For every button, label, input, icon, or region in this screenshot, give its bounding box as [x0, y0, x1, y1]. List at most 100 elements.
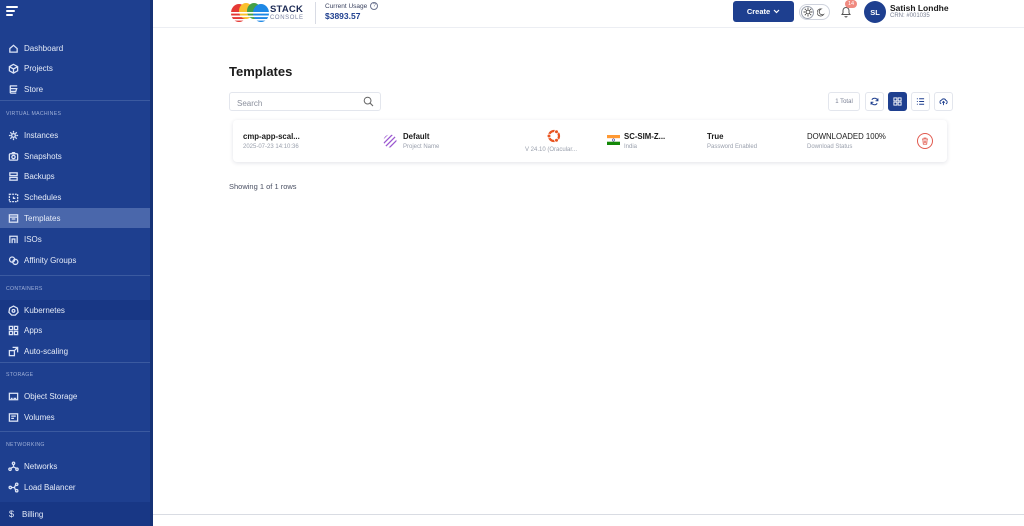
user-name[interactable]: Satish Londhe — [890, 3, 949, 13]
instances-icon — [7, 129, 19, 141]
sidebar-item-store[interactable]: Store — [0, 79, 150, 99]
template-card[interactable]: cmp-app-scal... 2025-07-23 14:10:36 Defa… — [233, 120, 947, 162]
sidebar-item-label: Templates — [24, 213, 61, 223]
kubernetes-icon — [7, 304, 19, 316]
sidebar-item-instances[interactable]: Instances — [0, 125, 150, 145]
sidebar-item-label: Kubernetes — [24, 305, 65, 315]
footer-divider — [153, 514, 1024, 515]
backup-icon — [7, 170, 19, 182]
project-name-label: Project Name — [403, 144, 440, 150]
sidebar-item-affinity-groups[interactable]: Affinity Groups — [0, 250, 150, 270]
section-title-storage: STORAGE — [6, 372, 34, 378]
cube-icon — [7, 62, 19, 74]
sidebar-item-label: Billing — [22, 509, 44, 519]
sidebar-item-load-balancer[interactable]: Load Balancer — [0, 477, 150, 497]
grid-view-button[interactable] — [888, 92, 907, 111]
sidebar-item-label: Store — [24, 84, 44, 94]
menu-toggle-icon[interactable] — [6, 6, 18, 16]
project-icon — [383, 134, 397, 148]
sidebar-item-backups[interactable]: Backups — [0, 166, 150, 186]
cloud-upload-icon — [939, 98, 948, 106]
sidebar-item-label: Schedules — [24, 192, 62, 202]
store-icon — [7, 83, 19, 95]
upload-button[interactable] — [934, 92, 953, 111]
brand-line-1: STACK — [270, 4, 304, 15]
sidebar-item-label: Snapshots — [24, 151, 62, 161]
sidebar-item-label: Affinity Groups — [24, 255, 77, 265]
page-title: Templates — [229, 64, 293, 79]
schedule-icon — [7, 191, 19, 203]
sidebar-item-isos[interactable]: ISOs — [0, 229, 150, 249]
top-header: STACK CONSOLE Current Usage ? $3893.57 C… — [153, 0, 1024, 28]
sidebar-item-snapshots[interactable]: Snapshots — [0, 146, 150, 166]
sidebar-item-label: Object Storage — [24, 391, 78, 401]
template-name[interactable]: cmp-app-scal... — [243, 132, 300, 141]
sidebar: Dashboard Projects Store VIRTUAL MACHINE… — [0, 0, 150, 526]
autoscaling-icon — [7, 345, 19, 357]
sidebar-item-label: Backups — [24, 171, 55, 181]
notification-badge: 14 — [845, 0, 857, 8]
user-crn: CRN: #001035 — [890, 13, 930, 19]
download-status-value: DOWNLOADED 100% — [807, 132, 886, 141]
current-usage-value: $3893.57 — [325, 11, 361, 21]
sidebar-item-object-storage[interactable]: Object Storage — [0, 386, 150, 406]
sidebar-item-schedules[interactable]: Schedules — [0, 187, 150, 207]
project-cell: Default Project Name — [403, 132, 439, 150]
os-version: V 24.10 (Oracular... — [525, 147, 578, 153]
sidebar-item-dashboard[interactable]: Dashboard — [0, 38, 150, 58]
search-icon[interactable] — [363, 96, 374, 107]
sidebar-item-label: Networks — [24, 461, 58, 471]
search-input[interactable] — [230, 95, 355, 112]
affinity-icon — [7, 254, 19, 266]
moon-icon — [817, 8, 825, 16]
refresh-icon — [870, 97, 879, 106]
brand-line-2: CONSOLE — [270, 15, 304, 21]
sidebar-item-templates[interactable]: Templates — [0, 208, 150, 228]
sidebar-item-volumes[interactable]: Volumes — [0, 407, 150, 427]
sidebar-item-label: Volumes — [24, 412, 55, 422]
sidebar-item-label: Projects — [24, 63, 53, 73]
os-cell: V 24.10 (Oracular... — [525, 147, 577, 153]
volume-icon — [7, 411, 19, 423]
list-view-button[interactable] — [911, 92, 930, 111]
sidebar-item-auto-scaling[interactable]: Auto-scaling — [0, 341, 150, 361]
total-count: 1 Total — [828, 92, 860, 111]
sidebar-item-label: Load Balancer — [24, 482, 76, 492]
delete-button[interactable] — [917, 133, 933, 149]
help-icon[interactable]: ? — [370, 2, 379, 10]
india-flag-icon — [607, 135, 620, 145]
sidebar-item-projects[interactable]: Projects — [0, 58, 150, 78]
password-enabled-value: True — [707, 132, 724, 141]
brand-name: STACK CONSOLE — [270, 4, 304, 21]
sidebar-item-networks[interactable]: Networks — [0, 456, 150, 476]
template-created: 2025-07-23 14:10:36 — [243, 144, 299, 150]
sidebar-item-label: Dashboard — [24, 43, 64, 53]
pagination-summary: Showing 1 of 1 rows — [229, 182, 297, 191]
sidebar-item-kubernetes[interactable]: Kubernetes — [0, 300, 150, 320]
divider — [0, 431, 150, 432]
sidebar-item-label: ISOs — [24, 234, 42, 244]
divider — [0, 100, 150, 101]
theme-toggle[interactable] — [799, 4, 830, 20]
stack-console-logo-icon[interactable] — [230, 2, 270, 24]
divider — [0, 362, 150, 363]
iso-icon — [7, 233, 19, 245]
section-title-networking: NETWORKING — [6, 442, 45, 448]
refresh-button[interactable] — [865, 92, 884, 111]
object-storage-icon — [7, 390, 19, 402]
trash-icon — [922, 137, 928, 145]
download-status-label: Download Status — [807, 144, 853, 150]
avatar[interactable]: SL — [864, 1, 886, 23]
grid-icon — [893, 97, 902, 106]
sidebar-item-label: Apps — [24, 325, 43, 335]
sidebar-item-billing[interactable]: $ Billing — [0, 502, 150, 526]
download-status-cell: DOWNLOADED 100% Download Status — [807, 132, 886, 150]
sidebar-item-apps[interactable]: Apps — [0, 320, 150, 340]
create-button-label: Create — [746, 7, 771, 16]
search-box — [229, 92, 381, 112]
password-cell: True Password Enabled — [707, 132, 757, 150]
home-icon — [7, 42, 19, 54]
create-button[interactable]: Create — [733, 1, 794, 22]
list-icon — [916, 98, 925, 105]
password-enabled-label: Password Enabled — [707, 144, 758, 150]
